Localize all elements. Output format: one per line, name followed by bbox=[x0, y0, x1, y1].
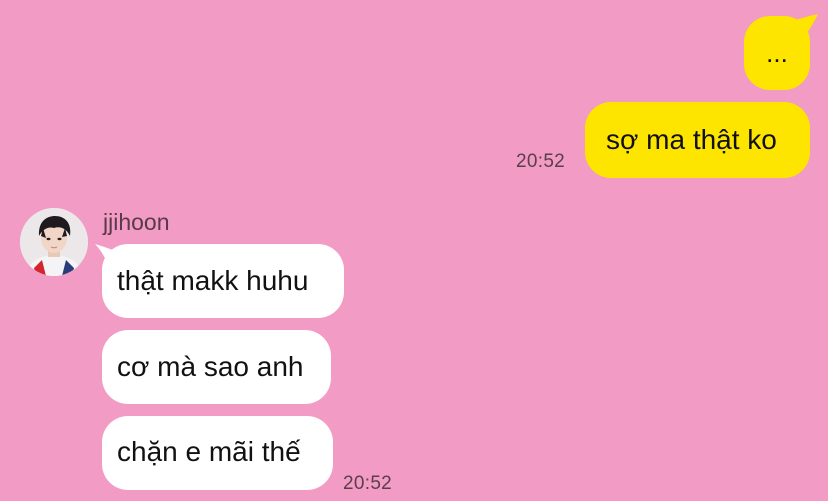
avatar-photo bbox=[20, 208, 88, 276]
incoming-timestamp: 20:52 bbox=[343, 473, 393, 494]
outgoing-message-text: sợ ma thật ko bbox=[606, 124, 777, 155]
incoming-message-bubble[interactable]: thật makk huhu bbox=[102, 244, 344, 318]
incoming-message-text: thật makk huhu bbox=[117, 265, 309, 296]
outgoing-message-bubble[interactable]: sợ ma thật ko bbox=[585, 102, 810, 178]
incoming-message-text: cơ mà sao anh bbox=[117, 351, 304, 382]
chat-screen: { "outgoing": { "messages": [ {"text": "… bbox=[0, 0, 828, 501]
sender-name: jjihoon bbox=[103, 209, 170, 235]
outgoing-message-text: ... bbox=[766, 38, 788, 68]
avatar[interactable] bbox=[20, 208, 88, 276]
incoming-message-text: chặn e mãi thế bbox=[117, 436, 301, 467]
outgoing-timestamp: 20:52 bbox=[516, 151, 566, 172]
incoming-message-bubble[interactable]: chặn e mãi thế bbox=[102, 416, 333, 490]
outgoing-bubble-tail bbox=[790, 14, 818, 36]
incoming-message-bubble[interactable]: cơ mà sao anh bbox=[102, 330, 331, 404]
